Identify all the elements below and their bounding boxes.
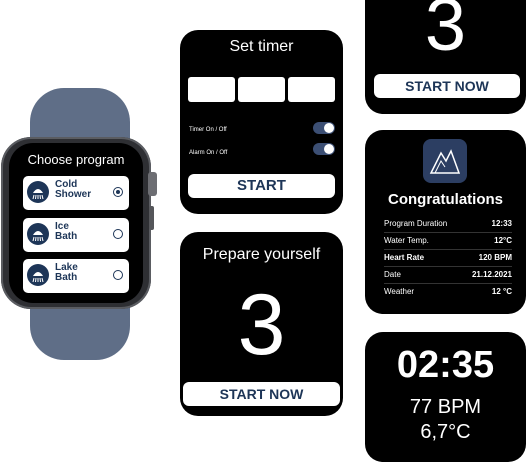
shower-icon <box>27 223 49 245</box>
shower-icon <box>27 181 49 203</box>
timer-toggle[interactable] <box>313 122 335 134</box>
start-button[interactable]: START <box>188 174 335 198</box>
radio-unselected[interactable] <box>113 270 123 280</box>
radio-selected[interactable] <box>113 187 123 197</box>
timer-toggle-label: Timer On / Off <box>189 127 227 133</box>
program-item-ice-bath[interactable]: Ice Bath <box>23 218 129 252</box>
program-item-cold-shower[interactable]: Cold Shower <box>23 176 129 210</box>
minutes-input[interactable] <box>238 77 285 102</box>
seconds-input[interactable] <box>288 77 335 102</box>
alarm-toggle[interactable] <box>313 143 335 155</box>
program-item-label: Ice Bath <box>55 221 78 242</box>
stat-row: Program Duration 12:33 <box>384 216 512 233</box>
hours-input[interactable] <box>188 77 235 102</box>
set-timer-screen: Set timer Timer On / Off Alarm On / Off … <box>180 30 343 214</box>
temperature: 6,7°C <box>420 421 471 443</box>
side-button[interactable] <box>149 206 154 230</box>
prepare-title: Prepare yourself <box>202 246 321 263</box>
start-now-button[interactable]: START NOW <box>183 382 340 406</box>
program-title: Choose program <box>27 152 125 167</box>
program-item-label: Cold Shower <box>55 179 92 200</box>
alarm-toggle-label: Alarm On / Off <box>189 150 228 156</box>
live-screen: 02:35 77 BPM 6,7°C <box>365 332 526 462</box>
stat-row: Water Temp. 12°C <box>384 233 512 250</box>
digital-crown[interactable] <box>148 172 157 196</box>
countdown-screen-top: 3 START NOW <box>365 0 526 114</box>
congrats-title: Congratulations <box>388 191 503 208</box>
shower-icon <box>27 264 49 286</box>
app-logo-icon <box>423 139 467 183</box>
prepare-screen: Prepare yourself 3 START NOW <box>180 232 343 416</box>
watch-band-bottom <box>30 300 130 360</box>
countdown-number: 3 <box>424 0 467 66</box>
heart-rate: 77 BPM <box>409 396 482 418</box>
stat-row: Date 21.12.2021 <box>384 267 512 284</box>
radio-unselected[interactable] <box>113 229 123 239</box>
elapsed-time: 02:35 <box>396 344 495 386</box>
watch-screen: Choose program Cold Shower Ice Bath Lake… <box>9 143 143 303</box>
results-screen: Congratulations Program Duration 12:33 Wa… <box>365 130 526 314</box>
start-now-button[interactable]: START NOW <box>374 74 520 98</box>
stat-row: Heart Rate 120 BPM <box>384 250 512 267</box>
program-item-lake-bath[interactable]: Lake Bath <box>23 259 129 293</box>
timer-title: Set timer <box>229 38 294 55</box>
stat-row: Weather 12 °C <box>384 287 512 296</box>
countdown-number: 3 <box>237 277 286 373</box>
program-item-label: Lake Bath <box>55 262 78 283</box>
